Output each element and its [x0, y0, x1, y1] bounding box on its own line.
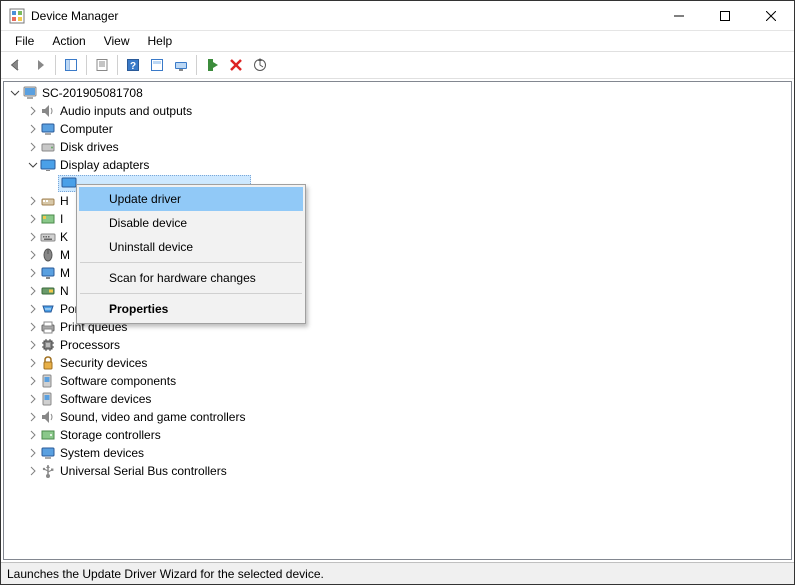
ctx-scan-hardware[interactable]: Scan for hardware changes — [79, 266, 303, 290]
expand-icon[interactable] — [26, 194, 40, 208]
expand-icon[interactable] — [26, 374, 40, 388]
expand-icon[interactable] — [26, 356, 40, 370]
tree-node-processors[interactable]: Processors — [22, 336, 791, 354]
toolbar-separator — [86, 55, 87, 75]
expand-icon[interactable] — [26, 446, 40, 460]
titlebar: Device Manager — [1, 1, 794, 31]
status-text: Launches the Update Driver Wizard for th… — [7, 567, 324, 581]
tree-node-computer[interactable]: Computer — [22, 120, 791, 138]
context-menu: Update driver Disable device Uninstall d… — [76, 184, 306, 324]
help-button[interactable]: ? — [122, 54, 144, 76]
expand-icon[interactable] — [26, 248, 40, 262]
toolbar-separator — [55, 55, 56, 75]
expand-icon[interactable] — [26, 266, 40, 280]
tree-node-sound[interactable]: Sound, video and game controllers — [22, 408, 791, 426]
expand-icon[interactable] — [26, 104, 40, 118]
hid-icon — [40, 193, 56, 209]
tree-root[interactable]: SC-201905081708 — [4, 84, 791, 102]
toolbar-separator — [117, 55, 118, 75]
collapse-icon[interactable] — [26, 158, 40, 172]
close-button[interactable] — [748, 1, 794, 31]
software-icon — [40, 391, 56, 407]
tree-node-audio[interactable]: Audio inputs and outputs — [22, 102, 791, 120]
tree-node-swdev[interactable]: Software devices — [22, 390, 791, 408]
expand-icon[interactable] — [26, 320, 40, 334]
expand-icon[interactable] — [26, 464, 40, 478]
storage-icon — [40, 427, 56, 443]
minimize-button[interactable] — [656, 1, 702, 31]
expand-icon[interactable] — [26, 410, 40, 424]
tree-node-disk[interactable]: Disk drives — [22, 138, 791, 156]
properties-button[interactable] — [91, 54, 113, 76]
toolbar: ? — [1, 51, 794, 79]
software-icon — [40, 373, 56, 389]
toolbar-icon[interactable] — [146, 54, 168, 76]
window-title: Device Manager — [31, 9, 656, 23]
disk-icon — [40, 139, 56, 155]
expand-icon[interactable] — [26, 428, 40, 442]
expand-icon[interactable] — [26, 122, 40, 136]
ctx-disable-device[interactable]: Disable device — [79, 211, 303, 235]
uninstall-button[interactable] — [225, 54, 247, 76]
monitor-icon — [40, 265, 56, 281]
svg-text:?: ? — [130, 61, 136, 72]
tree-node-security[interactable]: Security devices — [22, 354, 791, 372]
display-icon — [61, 175, 77, 191]
expand-icon[interactable] — [26, 338, 40, 352]
expand-icon[interactable] — [26, 302, 40, 316]
system-icon — [40, 445, 56, 461]
lock-icon — [40, 355, 56, 371]
expand-icon[interactable] — [26, 392, 40, 406]
keyboard-icon — [40, 229, 56, 245]
usb-icon — [40, 463, 56, 479]
menu-view[interactable]: View — [96, 33, 138, 49]
tree-node-storage[interactable]: Storage controllers — [22, 426, 791, 444]
scan-hardware-button[interactable] — [170, 54, 192, 76]
mouse-icon — [40, 247, 56, 263]
statusbar: Launches the Update Driver Wizard for th… — [1, 562, 794, 584]
root-label: SC-201905081708 — [42, 86, 143, 100]
window-controls — [656, 1, 794, 30]
app-icon — [9, 8, 25, 24]
enable-button[interactable] — [201, 54, 223, 76]
menu-action[interactable]: Action — [44, 33, 93, 49]
ctx-properties[interactable]: Properties — [79, 297, 303, 321]
toolbar-separator — [196, 55, 197, 75]
computer-icon — [22, 85, 38, 101]
ctx-update-driver[interactable]: Update driver — [79, 187, 303, 211]
ide-icon — [40, 211, 56, 227]
menu-help[interactable]: Help — [140, 33, 181, 49]
ports-icon — [40, 301, 56, 317]
ctx-separator — [80, 293, 302, 294]
menubar: File Action View Help — [1, 31, 794, 51]
expand-icon[interactable] — [26, 230, 40, 244]
display-icon — [40, 157, 56, 173]
device-manager-window: Device Manager File Action View Help ? — [0, 0, 795, 585]
sound-icon — [40, 409, 56, 425]
expand-icon[interactable] — [26, 140, 40, 154]
tree-node-system[interactable]: System devices — [22, 444, 791, 462]
collapse-icon[interactable] — [8, 86, 22, 100]
expand-icon[interactable] — [26, 212, 40, 226]
expand-icon[interactable] — [26, 284, 40, 298]
cpu-icon — [40, 337, 56, 353]
printer-icon — [40, 319, 56, 335]
menu-file[interactable]: File — [7, 33, 42, 49]
tree-node-usb[interactable]: Universal Serial Bus controllers — [22, 462, 791, 480]
ctx-separator — [80, 262, 302, 263]
maximize-button[interactable] — [702, 1, 748, 31]
tree-node-swcomp[interactable]: Software components — [22, 372, 791, 390]
show-hide-tree-button[interactable] — [60, 54, 82, 76]
network-icon — [40, 283, 56, 299]
audio-icon — [40, 103, 56, 119]
back-button[interactable] — [5, 54, 27, 76]
forward-button[interactable] — [29, 54, 51, 76]
tree-node-display[interactable]: Display adapters — [22, 156, 791, 174]
computer-icon — [40, 121, 56, 137]
ctx-uninstall-device[interactable]: Uninstall device — [79, 235, 303, 259]
update-driver-button[interactable] — [249, 54, 271, 76]
